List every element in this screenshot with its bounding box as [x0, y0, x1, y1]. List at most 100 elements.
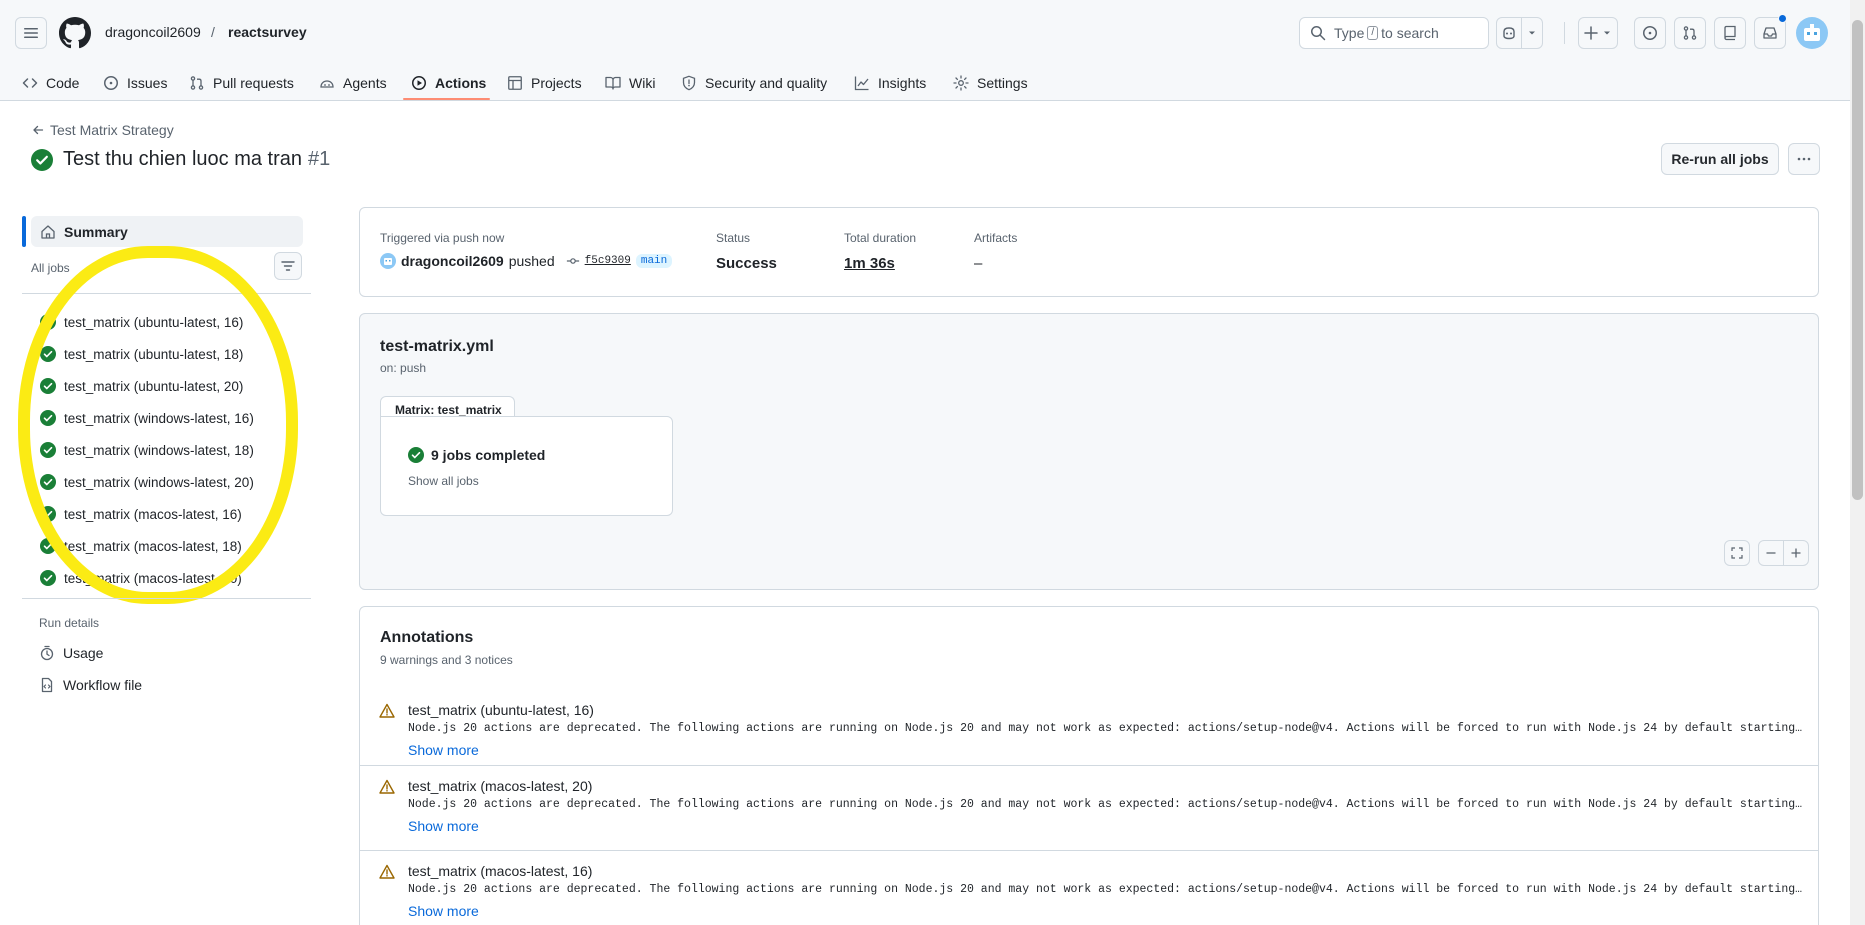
git-pull-request-icon — [1683, 26, 1697, 40]
create-new-button[interactable] — [1578, 17, 1618, 49]
sidebar-item-job[interactable]: test_matrix (windows-latest, 16) — [40, 402, 300, 434]
stopwatch-icon — [40, 645, 54, 661]
pull-requests-button[interactable] — [1674, 17, 1706, 49]
gear-icon — [953, 74, 969, 91]
tab-label: Pull requests — [213, 74, 294, 91]
filter-jobs-button[interactable] — [274, 252, 302, 280]
tab-security[interactable]: Security and quality — [681, 64, 827, 101]
tab-issues[interactable]: Issues — [103, 64, 167, 101]
actor-avatar-icon — [380, 253, 396, 269]
alert-icon — [379, 703, 395, 718]
sidebar-item-usage[interactable]: Usage — [39, 645, 103, 661]
check-circle-fill-icon — [40, 378, 56, 394]
workflow-trigger: on: push — [380, 361, 427, 375]
tab-projects[interactable]: Projects — [507, 64, 582, 101]
check-circle-fill-icon — [40, 410, 56, 426]
issues-button[interactable] — [1634, 17, 1666, 49]
more-actions-button[interactable] — [1788, 143, 1820, 175]
sidebar-divider — [22, 598, 311, 599]
matrix-status: 9 jobs completed — [408, 447, 545, 463]
tab-settings[interactable]: Settings — [953, 64, 1028, 101]
check-circle-fill-icon — [40, 570, 56, 586]
play-icon — [412, 75, 426, 90]
sidebar-item-job[interactable]: test_matrix (ubuntu-latest, 18) — [40, 338, 300, 370]
tab-pull-requests[interactable]: Pull requests — [189, 64, 294, 101]
sidebar-item-job[interactable]: test_matrix (windows-latest, 18) — [40, 434, 300, 466]
repo-icon — [1724, 25, 1736, 41]
sidebar-item-label: Workflow file — [63, 677, 143, 693]
scrollbar-thumb[interactable] — [1852, 20, 1863, 500]
run-number: #1 — [308, 148, 331, 170]
repositories-button[interactable] — [1714, 17, 1746, 49]
table-icon — [508, 75, 522, 90]
run-title: Test thu chien luoc ma tran — [63, 148, 303, 170]
sidebar-item-job[interactable]: test_matrix (ubuntu-latest, 16) — [40, 306, 300, 338]
repo-owner-link[interactable]: dragoncoil2609 — [105, 24, 201, 40]
zoom-in-button[interactable] — [1783, 540, 1809, 566]
branch-badge[interactable]: main — [635, 254, 673, 268]
job-label: test_matrix (windows-latest, 16) — [64, 410, 254, 426]
alert-icon — [379, 864, 395, 879]
matrix-job-group[interactable]: 9 jobs completed Show all jobs — [380, 416, 673, 516]
rerun-all-jobs-button[interactable]: Re-run all jobs — [1661, 143, 1779, 175]
github-logo-icon[interactable] — [59, 17, 91, 49]
search-input[interactable]: Type / to search — [1299, 17, 1489, 49]
show-all-jobs-link[interactable]: Show all jobs — [408, 474, 479, 488]
job-label: test_matrix (ubuntu-latest, 16) — [64, 314, 244, 330]
sidebar-item-label: Usage — [63, 645, 104, 661]
annotations-card: Annotations 9 warnings and 3 notices tes… — [359, 606, 1819, 925]
copilot-dropdown-button[interactable] — [1521, 17, 1543, 49]
user-avatar[interactable] — [1796, 17, 1828, 49]
plus-icon — [1584, 26, 1598, 40]
tab-code[interactable]: Code — [22, 64, 79, 101]
filter-icon — [281, 261, 295, 271]
menu-button[interactable] — [15, 17, 47, 49]
git-pull-request-icon — [190, 75, 204, 90]
show-more-link[interactable]: Show more — [408, 742, 479, 758]
notification-indicator — [1778, 14, 1787, 23]
sidebar-item-job[interactable]: test_matrix (macos-latest, 18) — [40, 530, 300, 562]
show-more-link[interactable]: Show more — [408, 818, 479, 834]
search-icon — [1311, 26, 1326, 41]
check-circle-fill-icon — [40, 474, 56, 490]
duration-value-link[interactable]: 1m 36s — [844, 255, 895, 272]
tab-insights[interactable]: Insights — [854, 64, 926, 101]
check-circle-fill-icon — [40, 442, 56, 458]
tab-label: Insights — [878, 74, 927, 91]
sidebar-item-job[interactable]: test_matrix (ubuntu-latest, 20) — [40, 370, 300, 402]
show-more-link[interactable]: Show more — [408, 903, 479, 919]
check-circle-fill-icon — [40, 346, 56, 362]
issue-opened-icon — [104, 75, 118, 90]
status-value: Success — [716, 255, 777, 272]
tab-label: Code — [46, 74, 80, 91]
annotation-item: test_matrix (ubuntu-latest, 16) Node.js … — [360, 690, 1818, 775]
sidebar-item-job[interactable]: test_matrix (macos-latest, 16) — [40, 498, 300, 530]
repo-name-link[interactable]: reactsurvey — [228, 24, 307, 40]
tab-agents[interactable]: Agents — [319, 64, 387, 101]
tab-label: Wiki — [629, 74, 656, 91]
job-label: test_matrix (macos-latest, 20) — [64, 570, 242, 586]
tab-wiki[interactable]: Wiki — [605, 64, 655, 101]
caret-down-icon — [1604, 31, 1610, 35]
summary-active-marker — [22, 216, 26, 247]
sidebar-item-workflow-file[interactable]: Workflow file — [39, 677, 142, 693]
git-commit-icon — [566, 258, 579, 264]
tab-label: Agents — [343, 74, 387, 91]
fullscreen-button[interactable] — [1724, 540, 1750, 566]
sidebar-item-job[interactable]: test_matrix (macos-latest, 20) — [40, 562, 300, 594]
workflow-back-link[interactable]: Test Matrix Strategy — [32, 122, 174, 138]
artifacts-value: – — [974, 255, 983, 272]
copilot-button[interactable] — [1496, 17, 1522, 49]
sidebar-item-summary[interactable]: Summary — [31, 216, 303, 247]
tab-actions[interactable]: Actions — [411, 64, 486, 101]
agent-icon — [320, 79, 334, 88]
sidebar-item-job[interactable]: test_matrix (windows-latest, 20) — [40, 466, 300, 498]
workflow-graph-card: test-matrix.yml on: push Matrix: test_ma… — [359, 313, 1819, 590]
job-label: test_matrix (macos-latest, 16) — [64, 506, 242, 522]
actor-link[interactable]: dragoncoil2609 — [401, 253, 504, 269]
plus-icon — [1791, 548, 1801, 558]
commit-sha-link[interactable]: f5c9309 — [585, 255, 631, 267]
zoom-out-button[interactable] — [1758, 540, 1784, 566]
annotation-job-name: test_matrix (macos-latest, 16) — [408, 863, 593, 879]
job-label: test_matrix (macos-latest, 18) — [64, 538, 242, 554]
